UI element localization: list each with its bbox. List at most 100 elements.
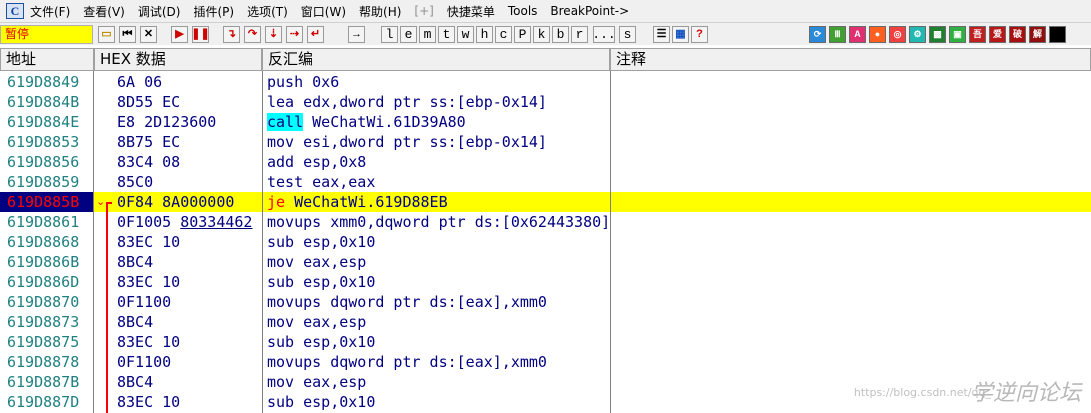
- table-row[interactable]: 619D8849 6A 06 push 0x6: [0, 72, 1091, 92]
- cpu-window-button[interactable]: c: [495, 26, 512, 43]
- disassembly-cell: mov eax,esp: [267, 373, 367, 391]
- table-row[interactable]: 619D8856 83C4 08 add esp,0x8: [0, 152, 1091, 172]
- hex-cell: 83EC 10: [117, 273, 181, 291]
- menu-file[interactable]: 文件(F): [30, 3, 70, 20]
- plugin-gear-icon[interactable]: ⚙: [909, 26, 926, 43]
- plugin-circle-icon[interactable]: ●: [869, 26, 886, 43]
- hex-cell: 83EC 10: [117, 233, 181, 251]
- step-into-icon[interactable]: ↴: [223, 26, 240, 43]
- menu-window[interactable]: 窗口(W): [301, 3, 346, 20]
- plugin-text3-icon[interactable]: 破: [1009, 26, 1026, 43]
- restart-icon[interactable]: ⏮: [119, 26, 136, 43]
- plugin-text4-icon[interactable]: 解: [1029, 26, 1046, 43]
- menu-bar: C 文件(F) 查看(V) 调试(D) 插件(P) 选项(T) 窗口(W) 帮助…: [0, 0, 1091, 22]
- run-trace-window-button[interactable]: ...: [592, 26, 616, 43]
- step-over-icon[interactable]: ↷: [244, 26, 261, 43]
- hex-address-link[interactable]: 80334462: [180, 213, 252, 231]
- hex-cell: 8B75 EC: [117, 133, 181, 151]
- close-icon[interactable]: ✕: [140, 26, 157, 43]
- source-window-button[interactable]: s: [619, 26, 636, 43]
- plugin-window-icon[interactable]: ▣: [949, 26, 966, 43]
- eip-address-cell: 619D885B: [0, 192, 93, 212]
- hex-cell: 8BC4: [117, 313, 154, 331]
- menu-view[interactable]: 查看(V): [83, 3, 125, 20]
- threads-window-button[interactable]: t: [438, 26, 455, 43]
- plugin-black-icon[interactable]: [1049, 26, 1066, 43]
- menu-debug[interactable]: 调试(D): [138, 3, 181, 20]
- table-row[interactable]: 619D886B 8BC4 mov eax,esp: [0, 252, 1091, 272]
- plugin-target-icon[interactable]: ◎: [889, 26, 906, 43]
- hex-cell: 83C4 08: [117, 153, 181, 171]
- address-cell: 619D8878: [7, 353, 80, 371]
- menu-plugins[interactable]: 插件(P): [193, 3, 234, 20]
- table-row[interactable]: 619D8861 0F1005 80334462 movups xmm0,dqw…: [0, 212, 1091, 232]
- modules-window-button[interactable]: e: [400, 26, 417, 43]
- menu-tools[interactable]: Tools: [508, 4, 538, 18]
- call-stack-window-button[interactable]: k: [533, 26, 550, 43]
- menu-options[interactable]: 选项(T): [247, 3, 288, 20]
- hex-cell: 8BC4: [117, 373, 154, 391]
- column-header-address[interactable]: 地址: [0, 48, 94, 71]
- column-header-hex[interactable]: HEX 数据: [94, 48, 262, 71]
- plugin-text1-icon[interactable]: 吾: [969, 26, 986, 43]
- disassembly-cell: sub esp,0x10: [267, 273, 376, 291]
- plugin-a-icon[interactable]: A: [849, 26, 866, 43]
- plugin-text2-icon[interactable]: 爱: [989, 26, 1006, 43]
- menu-shortcuts[interactable]: 快捷菜单: [447, 3, 495, 20]
- hex-cell: 83EC 10: [117, 393, 181, 411]
- patches-window-button[interactable]: P: [514, 26, 531, 43]
- disassembly-cell: mov esi,dword ptr ss:[ebp-0x14]: [267, 133, 547, 151]
- disassembly-cell: push 0x6: [267, 73, 340, 91]
- address-cell: 619D886D: [7, 273, 80, 291]
- current-instruction-row[interactable]: 619D885B 0F84 8A000000 je WeChatWi.619D8…: [0, 192, 1091, 212]
- log-window-button[interactable]: l: [381, 26, 398, 43]
- address-cell: 619D8873: [7, 313, 80, 331]
- table-row[interactable]: 619D8875 83EC 10 sub esp,0x10: [0, 332, 1091, 352]
- breakpoints-window-button[interactable]: b: [552, 26, 569, 43]
- table-row[interactable]: 619D8853 8B75 EC mov esi,dword ptr ss:[e…: [0, 132, 1091, 152]
- run-icon[interactable]: ▶: [171, 26, 188, 43]
- jump-target: WeChatWi.619D88EB: [285, 193, 448, 211]
- disassembly-cell: lea edx,dword ptr ss:[ebp-0x14]: [267, 93, 547, 111]
- table-row[interactable]: 619D8859 85C0 test eax,eax: [0, 172, 1091, 192]
- table-row[interactable]: 619D8878 0F1100 movups dqword ptr ds:[ea…: [0, 352, 1091, 372]
- execute-till-return-icon[interactable]: ↵: [307, 26, 324, 43]
- disassembly-cell: movups xmm0,dqword ptr ds:[0x62443380]: [267, 213, 609, 231]
- column-header-disassembly[interactable]: 反汇编: [262, 48, 610, 71]
- help-icon[interactable]: ?: [691, 26, 708, 43]
- table-row[interactable]: 619D884B 8D55 EC lea edx,dword ptr ss:[e…: [0, 92, 1091, 112]
- disassembly-cell: sub esp,0x10: [267, 393, 376, 411]
- table-row[interactable]: 619D8868 83EC 10 sub esp,0x10: [0, 232, 1091, 252]
- menu-breakpoint[interactable]: BreakPoint->: [550, 4, 629, 18]
- disassembly-cell: movups dqword ptr ds:[eax],xmm0: [267, 293, 547, 311]
- plugin-refresh-icon[interactable]: ⟳: [809, 26, 826, 43]
- handles-window-button[interactable]: h: [476, 26, 493, 43]
- debugger-status: 暂停: [0, 25, 93, 44]
- table-row[interactable]: 619D8870 0F1100 movups dqword ptr ds:[ea…: [0, 292, 1091, 312]
- list-icon[interactable]: ☰: [653, 26, 670, 43]
- plugin-columns-icon[interactable]: Ⅲ: [829, 26, 846, 43]
- trace-into-icon[interactable]: ⇣: [265, 26, 282, 43]
- pause-icon[interactable]: ❚❚: [191, 26, 210, 43]
- disassembly-cell: test eax,eax: [267, 173, 376, 191]
- references-window-button[interactable]: r: [571, 26, 588, 43]
- hex-cell: 8D55 EC: [117, 93, 181, 111]
- menu-help[interactable]: 帮助(H): [359, 3, 401, 20]
- table-row[interactable]: 619D886D 83EC 10 sub esp,0x10: [0, 272, 1091, 292]
- table-row[interactable]: 619D884E E8 2D123600 call WeChatWi.61D39…: [0, 112, 1091, 132]
- windows-window-button[interactable]: w: [457, 26, 474, 43]
- menu-expand[interactable]: [+]: [414, 4, 433, 18]
- app-icon: C: [6, 3, 24, 19]
- hex-cell: 6A 06: [117, 73, 163, 91]
- options-icon[interactable]: ▦: [672, 26, 689, 43]
- open-folder-icon[interactable]: ▭: [98, 26, 115, 43]
- plugin-grid-icon[interactable]: ▩: [929, 26, 946, 43]
- column-header-comment[interactable]: 注释: [610, 48, 1091, 71]
- address-cell: 619D8868: [7, 233, 80, 251]
- disassembly-cell: sub esp,0x10: [267, 333, 376, 351]
- go-to-icon[interactable]: →: [348, 26, 365, 43]
- trace-over-icon[interactable]: ⇢: [286, 26, 303, 43]
- memory-window-button[interactable]: m: [419, 26, 436, 43]
- hex-cell: 0F1100: [117, 293, 172, 311]
- table-row[interactable]: 619D8873 8BC4 mov eax,esp: [0, 312, 1091, 332]
